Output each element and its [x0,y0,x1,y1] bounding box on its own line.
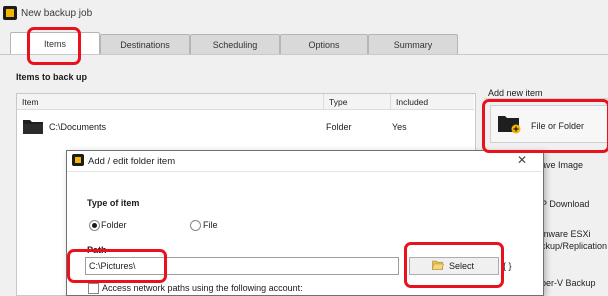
tab-scheduling-label: Scheduling [212,40,258,50]
folder-icon [23,120,43,134]
tab-options-label: Options [308,40,340,50]
close-icon[interactable]: ✕ [517,153,527,167]
column-divider [323,94,324,109]
column-header-included[interactable]: Included [396,97,428,107]
window-title: New backup job [21,8,93,19]
radio-file[interactable] [190,220,201,231]
dialog-title: Add / edit folder item [88,156,176,167]
network-account-checkbox[interactable] [88,283,99,294]
tab-destinations-label: Destinations [120,40,170,50]
column-divider [390,94,391,109]
divider [484,98,608,99]
open-folder-icon [432,260,444,270]
network-account-label[interactable]: Access network paths using the following… [102,283,303,293]
tab-summary[interactable]: Summary [368,34,458,55]
type-of-item-label: Type of item [87,198,140,208]
right-item-hyperv-backup[interactable]: per-V Backup [541,278,596,288]
tab-destinations[interactable]: Destinations [100,34,190,55]
add-file-or-folder-label: File or Folder [531,121,585,131]
select-button-label: Select [449,261,475,271]
path-input-value[interactable]: C:\Pictures\ [89,261,136,271]
right-item-vmware-esxi-line2: ackup/Replication [536,241,608,251]
row-item-path[interactable]: C:\Documents [49,122,106,132]
dialog-app-icon [72,154,84,166]
right-item-vmware-esxi[interactable]: mware ESXi [541,229,591,239]
app-logo-icon [3,6,17,20]
tab-scheduling[interactable]: Scheduling [190,34,280,55]
path-label: Path [87,245,107,255]
folder-add-icon [498,116,521,134]
column-header-item[interactable]: Item [22,97,39,107]
radio-file-label[interactable]: File [203,220,218,230]
variables-button[interactable]: { } [503,261,512,271]
column-header-type[interactable]: Type [329,97,347,107]
right-item-save-image[interactable]: ave Image [541,160,583,170]
tab-summary-label: Summary [393,40,433,50]
tab-items-label: Items [43,39,66,49]
add-new-item-title: Add new item [488,88,543,98]
row-item-included: Yes [392,122,407,132]
radio-folder[interactable] [89,220,100,231]
right-item-ftp-download[interactable]: P Download [541,199,589,209]
tab-items[interactable]: Items [10,32,100,55]
items-section-title: Items to back up [16,72,88,82]
row-item-type: Folder [326,122,352,132]
tab-options[interactable]: Options [280,34,368,55]
radio-folder-label[interactable]: Folder [101,220,127,230]
